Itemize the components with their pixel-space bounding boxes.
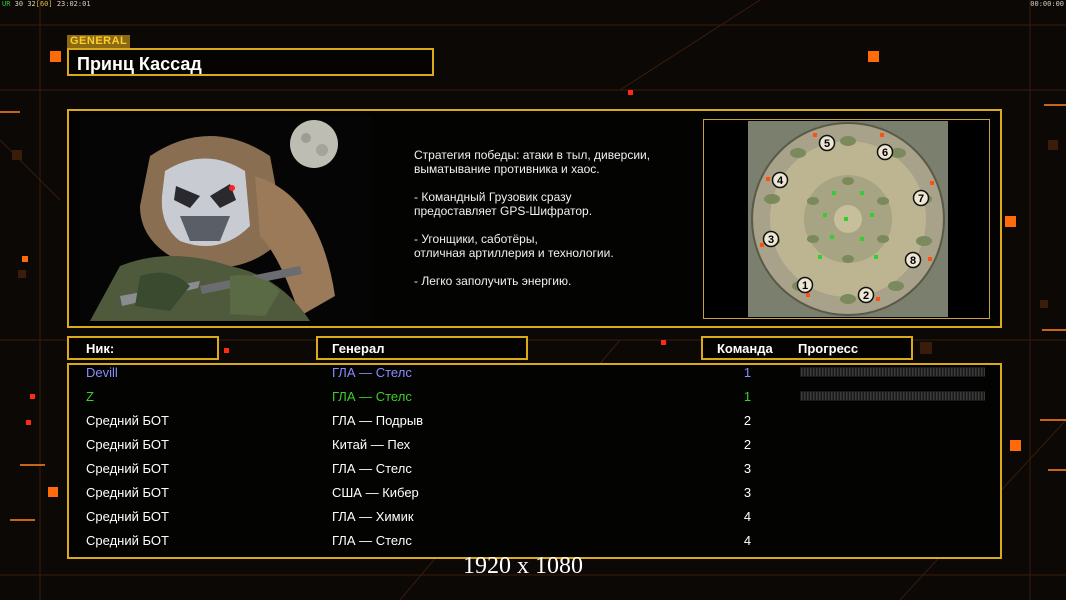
player-row[interactable]: Средний БОТ ГЛА — Химик 4 bbox=[0, 506, 935, 530]
hud-tag: UR bbox=[2, 0, 11, 8]
general-tag: GENERAL bbox=[67, 35, 131, 48]
player-nick: Devill bbox=[86, 365, 118, 380]
progress-bar bbox=[800, 367, 985, 377]
general-description: Стратегия победы: атаки в тыл, диверсии,… bbox=[414, 148, 651, 288]
player-team[interactable]: 4 bbox=[735, 533, 760, 548]
general-portrait bbox=[80, 116, 372, 321]
player-row[interactable]: Средний БОТ ГЛА — Стелс 3 bbox=[0, 458, 935, 482]
player-row[interactable]: Средний БОТ Китай — Пех 2 bbox=[0, 434, 935, 458]
player-team[interactable]: 2 bbox=[735, 413, 760, 428]
player-row[interactable]: Средний БОТ ГЛА — Подрыв 2 bbox=[0, 410, 935, 434]
resolution-watermark: 1920 x 1080 bbox=[463, 553, 583, 579]
player-team[interactable]: 3 bbox=[735, 485, 760, 500]
player-nick: Средний БОТ bbox=[86, 437, 169, 452]
player-general[interactable]: ГЛА — Стелс bbox=[332, 365, 412, 380]
player-team[interactable]: 2 bbox=[735, 437, 760, 452]
player-general[interactable]: ГЛА — Стелс bbox=[332, 461, 412, 476]
player-nick: Средний БОТ bbox=[86, 533, 169, 548]
player-row[interactable]: Средний БОТ ГЛА — Стелс 4 bbox=[0, 530, 935, 554]
general-header: Генерал bbox=[332, 341, 385, 356]
player-team[interactable]: 1 bbox=[735, 365, 760, 380]
player-row[interactable]: Средний БОТ США — Кибер 3 bbox=[0, 482, 935, 506]
fps-value-b: 32 bbox=[27, 0, 36, 8]
player-nick: Средний БОТ bbox=[86, 485, 169, 500]
player-nick: Z bbox=[86, 389, 94, 404]
team-header: Команда bbox=[717, 341, 773, 356]
player-team[interactable]: 4 bbox=[735, 509, 760, 524]
nick-header: Ник: bbox=[86, 341, 115, 356]
fps-value-c: [60] bbox=[35, 0, 53, 8]
progress-header: Прогресс bbox=[798, 341, 859, 356]
player-general[interactable]: США — Кибер bbox=[332, 485, 419, 500]
player-nick: Средний БОТ bbox=[86, 461, 169, 476]
map-preview bbox=[748, 121, 948, 317]
progress-bar bbox=[800, 391, 985, 401]
fps-value-a: 30 bbox=[14, 0, 24, 8]
player-general[interactable]: ГЛА — Химик bbox=[332, 509, 414, 524]
player-general[interactable]: ГЛА — Стелс bbox=[332, 533, 412, 548]
general-name: Принц Кассад bbox=[77, 54, 202, 74]
game-timer: 00:00:00 bbox=[1030, 0, 1064, 8]
player-general[interactable]: ГЛА — Подрыв bbox=[332, 413, 423, 428]
clock: 23:02:01 bbox=[56, 0, 91, 8]
player-nick: Средний БОТ bbox=[86, 509, 169, 524]
players-list: Devill ГЛА — Стелс 1 Z ГЛА — Стелс 1 Средний Б… bbox=[0, 362, 1066, 558]
player-team[interactable]: 3 bbox=[735, 461, 760, 476]
player-row[interactable]: Devill ГЛА — Стелс 1 bbox=[0, 362, 985, 386]
general-title-box: Принц Кассад bbox=[67, 48, 434, 76]
player-row[interactable]: Z ГЛА — Стелс 1 bbox=[0, 386, 985, 410]
player-general[interactable]: Китай — Пех bbox=[332, 437, 410, 452]
player-nick: Средний БОТ bbox=[86, 413, 169, 428]
player-team[interactable]: 1 bbox=[735, 389, 760, 404]
fps-counter: UR 30 32[60] 23:02:01 bbox=[2, 0, 91, 8]
player-general[interactable]: ГЛА — Стелс bbox=[332, 389, 412, 404]
